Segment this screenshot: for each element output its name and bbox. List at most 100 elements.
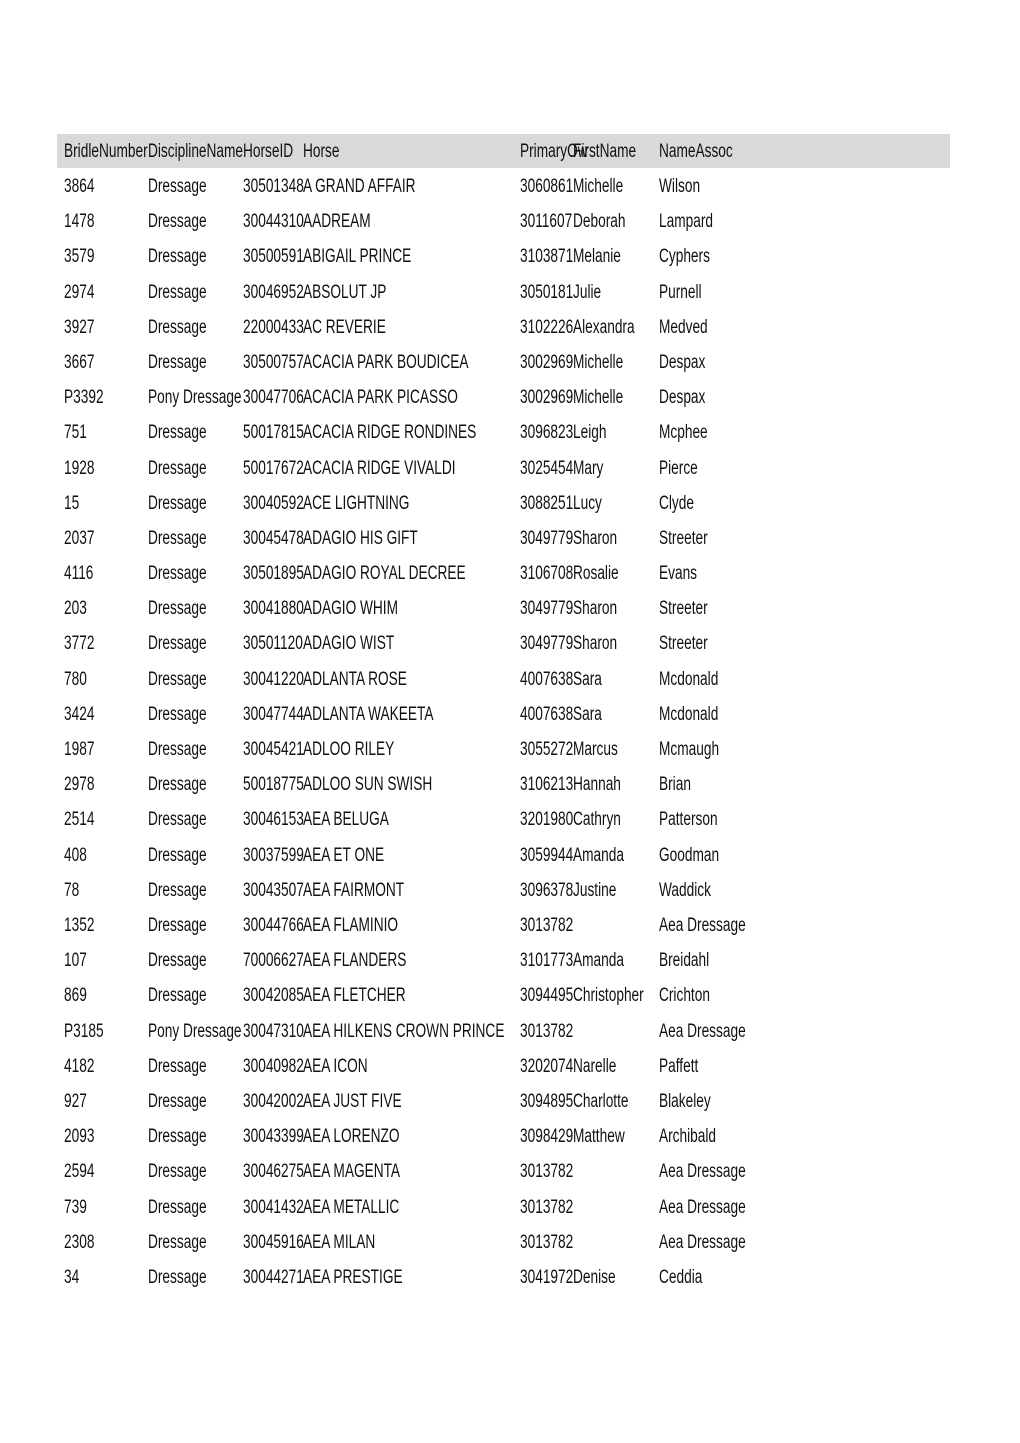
cell-discipline-name: Dressage xyxy=(148,1055,207,1077)
cell-primary-owner-id: 3060861 xyxy=(520,176,574,197)
cell-bridle-number: 3927 xyxy=(64,316,95,338)
cell-bridle-number: 1928 xyxy=(64,457,95,479)
cell-horse-id: 30041220 xyxy=(243,668,304,690)
table-row: 15 Dressage 30040592 ACE LIGHTNING 3088251 Lu… xyxy=(0,486,1020,521)
cell-primary-owner-id: 3013782 xyxy=(520,1161,574,1183)
cell-bridle-number: 4182 xyxy=(64,1055,95,1077)
cell-discipline-name: Dressage xyxy=(148,598,207,620)
cell-horse: AEA HILKENS CROWN PRINCE xyxy=(303,1020,505,1042)
cell-primary-owner-id: 3096823 xyxy=(520,422,574,444)
cell-bridle-number: 3772 xyxy=(64,633,95,655)
cell-discipline-name: Dressage xyxy=(148,985,207,1007)
cell-bridle-number: 2093 xyxy=(64,1126,95,1148)
cell-horse: ABIGAIL PRINCE xyxy=(303,246,412,268)
cell-bridle-number: 78 xyxy=(64,879,80,901)
cell-bridle-number: P3392 xyxy=(64,387,104,409)
cell-primary-owner-id: 3013782 xyxy=(520,1196,574,1218)
cell-horse-id: 30040982 xyxy=(243,1055,304,1077)
cell-horse: AEA MILAN xyxy=(303,1231,376,1253)
table-row: 107 Dressage 70006627 AEA FLANDERS 3101773 Am… xyxy=(0,943,1020,978)
cell-discipline-name: Dressage xyxy=(148,316,207,338)
cell-horse-id: 30047744 xyxy=(243,703,304,725)
cell-name-assoc: Aea Dressage xyxy=(659,1231,746,1253)
cell-name-assoc: Archibald xyxy=(659,1126,717,1148)
cell-primary-owner-id: 3101773 xyxy=(520,950,574,972)
cell-primary-owner-id: 3013782 xyxy=(520,914,574,936)
cell-name-assoc: Despax xyxy=(659,387,706,409)
cell-name-assoc: Wilson xyxy=(659,176,701,197)
cell-bridle-number: 2594 xyxy=(64,1161,95,1183)
cell-horse: ADAGIO WIST xyxy=(303,633,395,655)
cell-discipline-name: Dressage xyxy=(148,950,207,972)
cell-primary-owner-id: 3094895 xyxy=(520,1090,574,1112)
table-row: 927 Dressage 30042002 AEA JUST FIVE 3094895 C… xyxy=(0,1084,1020,1119)
cell-primary-owner-id: 3050181 xyxy=(520,281,574,303)
header-first-name: FirstName xyxy=(573,141,637,162)
cell-name-assoc: Goodman xyxy=(659,844,720,866)
header-horse: Horse xyxy=(303,141,340,162)
cell-name-assoc: Lampard xyxy=(659,211,713,233)
cell-horse-id: 30500757 xyxy=(243,351,304,373)
cell-horse-id: 30501120 xyxy=(243,633,303,655)
cell-bridle-number: 1352 xyxy=(64,914,95,936)
cell-name-assoc: Aea Dressage xyxy=(659,1161,746,1183)
cell-horse-id: 30041432 xyxy=(243,1196,304,1218)
cell-name-assoc: Cyphers xyxy=(659,246,710,268)
cell-horse: ADAGIO HIS GIFT xyxy=(303,527,418,549)
cell-horse-id: 30043399 xyxy=(243,1126,304,1148)
cell-horse-id: 50018775 xyxy=(243,774,304,796)
cell-discipline-name: Dressage xyxy=(148,351,207,373)
table-row: P3392 Pony Dressage 30047706 ACACIA PARK PI… xyxy=(0,380,1020,415)
cell-discipline-name: Dressage xyxy=(148,281,207,303)
cell-discipline-name: Dressage xyxy=(148,844,207,866)
cell-horse: ABSOLUT JP xyxy=(303,281,387,303)
cell-name-assoc: Blakeley xyxy=(659,1090,711,1112)
table-row: 3579 Dressage 30500591 ABIGAIL PRINCE 310387… xyxy=(0,239,1020,274)
cell-bridle-number: 3424 xyxy=(64,703,95,725)
cell-primary-owner-id: 3055272 xyxy=(520,739,574,761)
table-row: 4116 Dressage 30501895 ADAGIO ROYAL DECREE 3… xyxy=(0,556,1020,591)
cell-primary-owner-id: 3002969 xyxy=(520,387,574,409)
cell-name-assoc: Purnell xyxy=(659,281,702,303)
cell-discipline-name: Dressage xyxy=(148,914,207,936)
cell-discipline-name: Dressage xyxy=(148,492,207,514)
cell-horse: AEA FLANDERS xyxy=(303,950,407,972)
cell-discipline-name: Dressage xyxy=(148,1090,207,1112)
cell-horse-id: 30044271 xyxy=(243,1266,304,1288)
cell-horse: AEA FAIRMONT xyxy=(303,879,405,901)
table-row: 408 Dressage 30037599 AEA ET ONE 3059944 Aman… xyxy=(0,838,1020,873)
cell-first-name: Michelle xyxy=(573,176,624,197)
cell-discipline-name: Dressage xyxy=(148,1196,207,1218)
table-row: 3424 Dressage 30047744 ADLANTA WAKEETA 40076… xyxy=(0,697,1020,732)
cell-name-assoc: Aea Dressage xyxy=(659,914,746,936)
cell-horse: ADAGIO ROYAL DECREE xyxy=(303,563,466,585)
cell-first-name: Matthew xyxy=(573,1126,625,1148)
table-row: 2594 Dressage 30046275 AEA MAGENTA 3013782 Ae… xyxy=(0,1154,1020,1189)
cell-first-name: Amanda xyxy=(573,844,624,866)
cell-primary-owner-id: 3103871 xyxy=(520,246,574,268)
cell-primary-owner-id: 3025454 xyxy=(520,457,574,479)
cell-bridle-number: 3579 xyxy=(64,246,95,268)
cell-horse: ADLOO SUN SWISH xyxy=(303,774,433,796)
cell-first-name: Amanda xyxy=(573,950,624,972)
cell-bridle-number: 1987 xyxy=(64,739,95,761)
cell-bridle-number: 2308 xyxy=(64,1231,95,1253)
cell-bridle-number: 739 xyxy=(64,1196,87,1218)
table-row: 751 Dressage 50017815 ACACIA RIDGE RONDINES… xyxy=(0,415,1020,450)
cell-horse: AEA BELUGA xyxy=(303,809,389,831)
cell-discipline-name: Dressage xyxy=(148,1266,207,1288)
cell-bridle-number: 3667 xyxy=(64,351,95,373)
cell-horse: AC REVERIE xyxy=(303,316,386,338)
cell-first-name: Justine xyxy=(573,879,617,901)
cell-discipline-name: Dressage xyxy=(148,1231,207,1253)
cell-primary-owner-id: 3102226 xyxy=(520,316,574,338)
cell-horse: ADLANTA WAKEETA xyxy=(303,703,434,725)
cell-horse: ADLOO RILEY xyxy=(303,739,395,761)
cell-discipline-name: Dressage xyxy=(148,774,207,796)
cell-primary-owner-id: 3049779 xyxy=(520,527,574,549)
cell-first-name: Hannah xyxy=(573,774,621,796)
cell-horse-id: 30045478 xyxy=(243,527,304,549)
cell-horse: AEA FLAMINIO xyxy=(303,914,399,936)
cell-primary-owner-id: 3202074 xyxy=(520,1055,574,1077)
cell-primary-owner-id: 4007638 xyxy=(520,703,574,725)
